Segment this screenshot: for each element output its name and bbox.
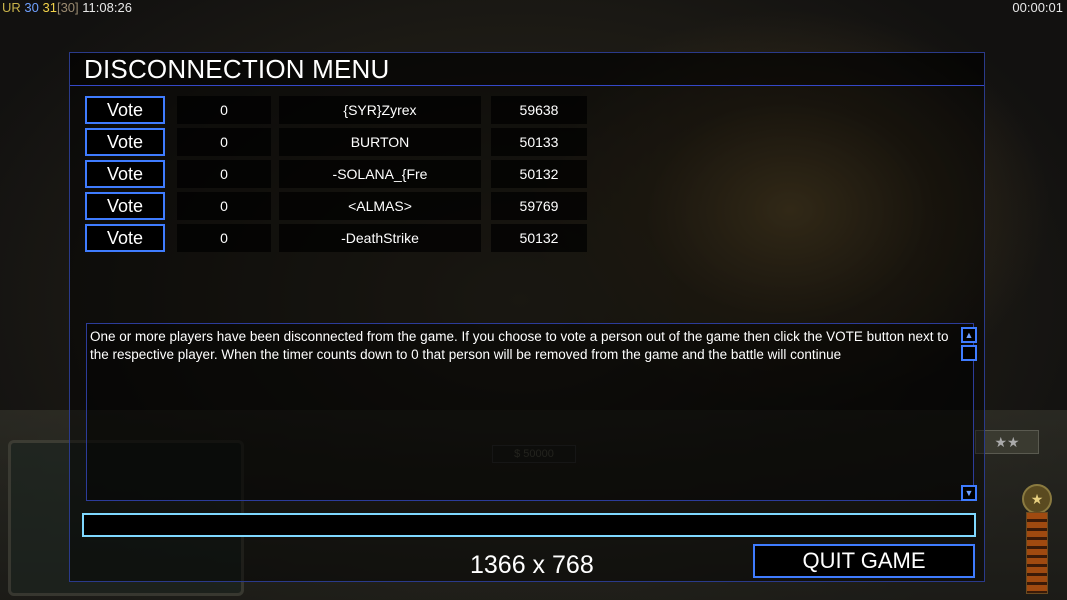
hud-value-3: [30] [56, 0, 79, 15]
dialog-title: DISCONNECTION MENU [84, 54, 390, 84]
hud-value-1: 30 [24, 0, 39, 15]
vote-button[interactable]: Vote [85, 96, 165, 124]
power-bar [1026, 512, 1048, 594]
message-box: One or more players have been disconnect… [86, 323, 977, 501]
player-name: {SYR}Zyrex [279, 96, 481, 124]
player-timer: 0 [177, 160, 271, 188]
disconnection-dialog: DISCONNECTION MENU Vote 0 {SYR}Zyrex 596… [69, 52, 985, 582]
player-id: 50133 [491, 128, 587, 156]
vote-button[interactable]: Vote [85, 160, 165, 188]
resolution-overlay: 1366 x 768 [470, 551, 594, 579]
player-name: <ALMAS> [279, 192, 481, 220]
game-timer: 00:00:01 [1012, 0, 1063, 15]
hud-prefix: UR [2, 0, 21, 15]
vote-button[interactable]: Vote [85, 128, 165, 156]
hud-value-2: 31 [42, 0, 57, 15]
player-name: -DeathStrike [279, 224, 481, 252]
scroll-thumb[interactable] [961, 345, 977, 361]
scroll-down-icon[interactable]: ▼ [961, 485, 977, 501]
player-id: 50132 [491, 224, 587, 252]
player-timer: 0 [177, 224, 271, 252]
player-timer: 0 [177, 128, 271, 156]
quit-game-button[interactable]: QUIT GAME [753, 544, 975, 578]
hud-stats: UR 30 31[30] 11:08:26 [2, 0, 132, 15]
chat-input[interactable] [82, 513, 976, 537]
scroll-up-icon[interactable]: ▲ [961, 327, 977, 343]
vote-button[interactable]: Vote [85, 224, 165, 252]
player-name: BURTON [279, 128, 481, 156]
message-text: One or more players have been disconnect… [90, 329, 949, 362]
vote-button[interactable]: Vote [85, 192, 165, 220]
player-name: -SOLANA_{Fre [279, 160, 481, 188]
player-id: 50132 [491, 160, 587, 188]
star-rank-icon: ★ [1022, 484, 1052, 514]
player-id: 59769 [491, 192, 587, 220]
player-id: 59638 [491, 96, 587, 124]
player-timer: 0 [177, 96, 271, 124]
dialog-header: DISCONNECTION MENU [70, 53, 984, 86]
hud-clock: 11:08:26 [82, 0, 132, 15]
player-timer: 0 [177, 192, 271, 220]
